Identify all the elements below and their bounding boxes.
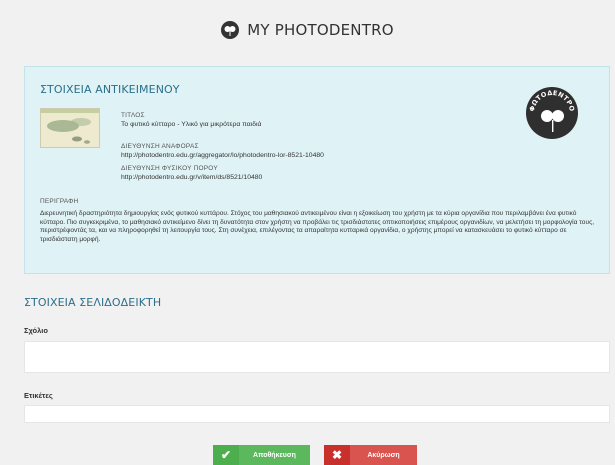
cancel-button-label: Ακύρωση — [367, 451, 400, 459]
object-details-panel: ΣΤΟΙΧΕΙΑ ΑΝΤΙΚΕΙΜΕΝΟΥ ΤΙΤΛΟΣ Το φυτικό κ… — [24, 66, 610, 274]
tags-label: Ετικέτες — [24, 391, 53, 400]
photodentro-badge-icon: ΦΩΤΟΔΕΝΤΡΟ — [525, 86, 579, 140]
description-text: Διερευνητική δραστηριότητα δημιουργίας ε… — [40, 210, 595, 243]
save-button-label: Αποθήκευση — [253, 451, 296, 459]
page-title: MY PHOTODENTRO — [247, 21, 394, 39]
tags-input[interactable] — [24, 405, 610, 423]
physical-url-label: ΔΙΕΥΘΥΝΣΗ ΦΥΣΙΚΟΥ ΠΟΡΟΥ — [121, 165, 218, 172]
title-label: ΤΙΤΛΟΣ — [121, 112, 145, 119]
physical-url-link[interactable]: http://photodentro.edu.gr/v/item/ds/8521… — [121, 174, 262, 181]
bookmark-section-title: ΣΤΟΙΧΕΙΑ ΣΕΛΙΔΟΔΕΙΚΤΗ — [24, 296, 162, 309]
comment-label: Σχόλιο — [24, 326, 48, 335]
cancel-button[interactable]: ✖ Ακύρωση — [324, 445, 417, 465]
reference-url-link[interactable]: http://photodentro.edu.gr/aggregator/lo/… — [121, 152, 324, 159]
close-icon: ✖ — [324, 445, 350, 465]
check-icon: ✔ — [213, 445, 239, 465]
object-section-title: ΣΤΟΙΧΕΙΑ ΑΝΤΙΚΕΙΜΕΝΟΥ — [40, 83, 180, 96]
photodentro-logo-icon — [221, 21, 240, 39]
app-header: MY PHOTODENTRO — [0, 0, 615, 60]
comment-input[interactable] — [24, 341, 610, 373]
reference-url-label: ΔΙΕΥΘΥΝΣΗ ΑΝΑΦΟΡΑΣ — [121, 143, 199, 150]
object-thumbnail[interactable] — [40, 108, 100, 148]
description-label: ΠΕΡΙΓΡΑΦΗ — [40, 198, 79, 205]
save-button[interactable]: ✔ Αποθήκευση — [213, 445, 310, 465]
title-value: Το φυτικό κύτταρο - Υλικό για μικρότερα … — [121, 121, 262, 128]
